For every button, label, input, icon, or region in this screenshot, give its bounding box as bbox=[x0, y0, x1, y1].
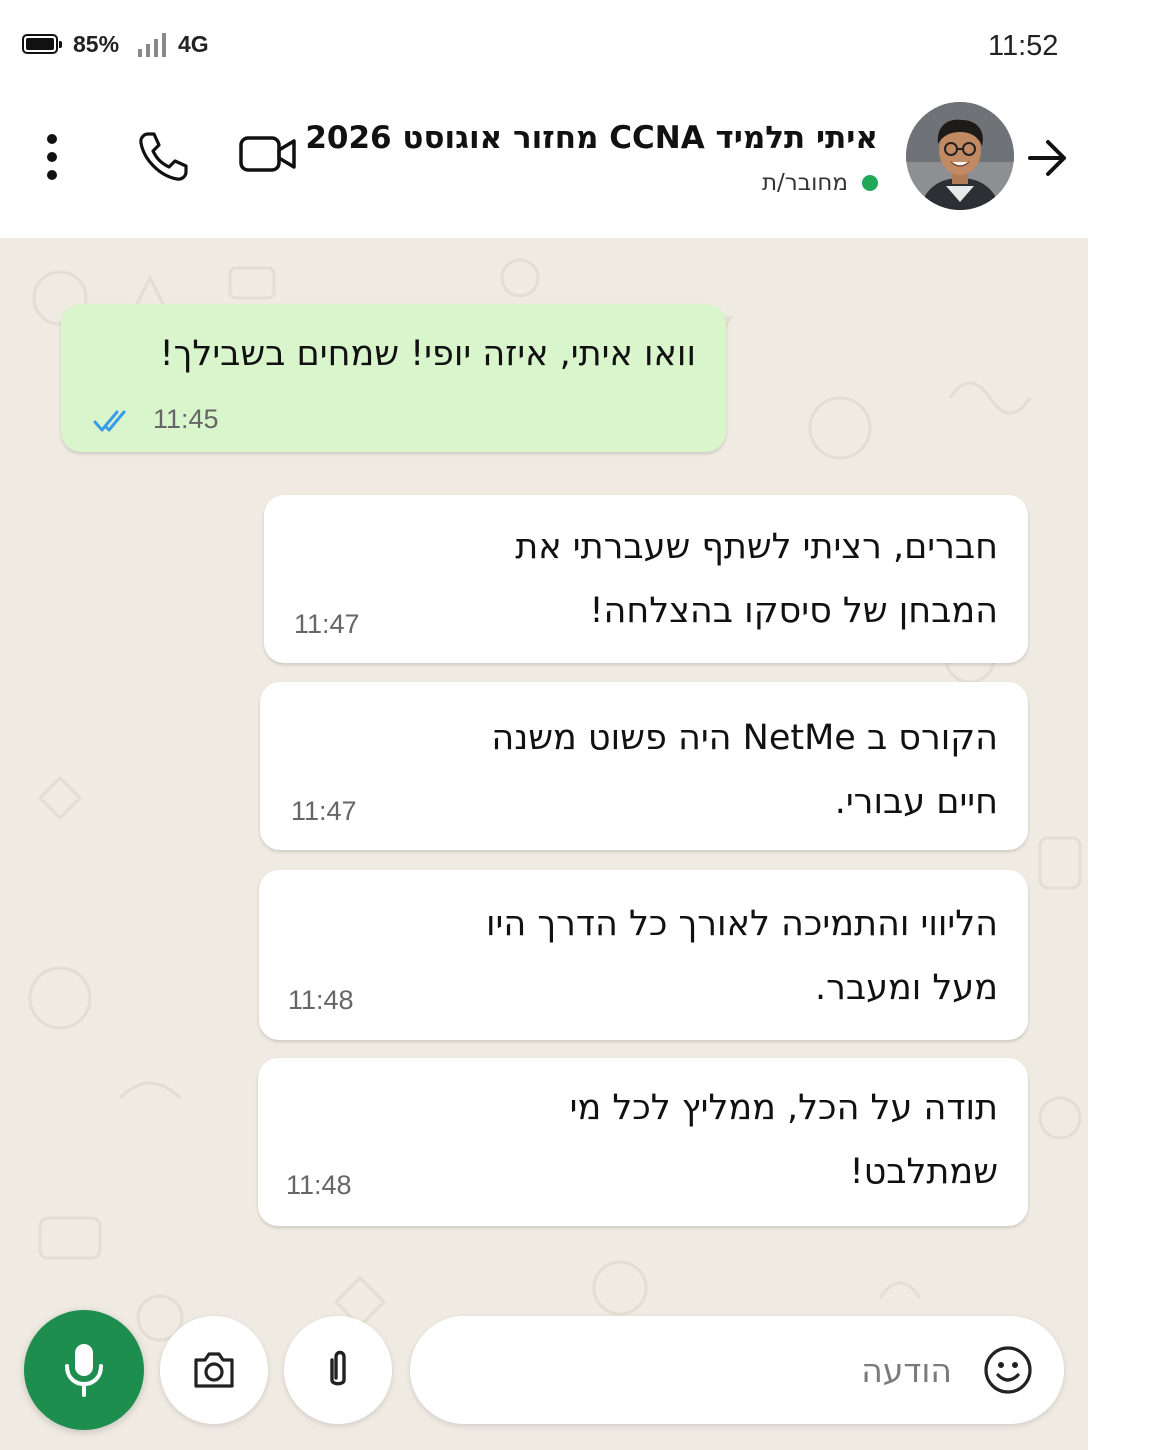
chat-area[interactable]: וואו איתי, איזה יופי! שמחים בשבילך! 11:4… bbox=[0, 238, 1088, 1450]
message-composer bbox=[410, 1316, 1064, 1424]
message-bubble-incoming[interactable]: הקורס ב NetMe היה פשוט משנה חיים עבורי. … bbox=[260, 682, 1028, 850]
video-call-icon[interactable] bbox=[238, 130, 298, 178]
message-time: 11:48 bbox=[286, 1170, 352, 1200]
message-bubble-incoming[interactable]: חברים, רציתי לשתף שעברתי את המבחן של סיס… bbox=[264, 495, 1028, 663]
status-bar: 85% 4G 11:52 bbox=[0, 0, 1088, 88]
online-dot-icon bbox=[862, 175, 878, 191]
message-text: תודה על הכל, ממליץ לכל מי שמתלבט! bbox=[570, 1076, 998, 1204]
message-text: הקורס ב NetMe היה פשוט משנה חיים עבורי. bbox=[491, 706, 998, 834]
camera-button[interactable] bbox=[160, 1316, 268, 1424]
message-text: הליווי והתמיכה לאורך כל הדרך היו מעל ומע… bbox=[486, 892, 998, 1020]
network-type: 4G bbox=[178, 31, 209, 57]
attach-button[interactable] bbox=[284, 1316, 392, 1424]
message-time: 11:47 bbox=[294, 609, 360, 639]
signal-icon bbox=[138, 33, 166, 57]
message-line: חיים עבורי. bbox=[834, 782, 998, 822]
message-time: 11:47 bbox=[291, 796, 357, 826]
message-text: חברים, רציתי לשתף שעברתי את המבחן של סיס… bbox=[515, 515, 998, 643]
back-arrow-icon[interactable] bbox=[1026, 138, 1070, 178]
message-line: הליווי והתמיכה לאורך כל הדרך היו bbox=[485, 904, 998, 944]
message-line: מעל ומעבר. bbox=[814, 968, 998, 1008]
message-line: המבחן של סיסקו בהצלחה! bbox=[589, 591, 998, 631]
message-bubble-incoming[interactable]: תודה על הכל, ממליץ לכל מי שמתלבט! 11:48 bbox=[258, 1058, 1028, 1226]
message-line: תודה על הכל, ממליץ לכל מי bbox=[569, 1088, 998, 1128]
message-time: 11:48 bbox=[288, 985, 354, 1015]
chat-header: איתי תלמיד CCNA מחזור אוגוסט 2026 מחובר/… bbox=[0, 88, 1088, 238]
presence-label: מחובר/ת bbox=[761, 170, 848, 196]
voice-call-icon[interactable] bbox=[136, 128, 192, 184]
attach-icon bbox=[330, 1350, 346, 1386]
status-clock: 11:52 bbox=[988, 30, 1059, 62]
battery-icon bbox=[22, 34, 62, 54]
presence-status: מחובר/ת bbox=[762, 170, 878, 196]
emoji-icon[interactable] bbox=[982, 1344, 1034, 1396]
read-receipt-icon bbox=[93, 410, 126, 432]
contact-name[interactable]: איתי תלמיד CCNA מחזור אוגוסט 2026 bbox=[305, 120, 878, 156]
microphone-icon bbox=[65, 1344, 103, 1397]
message-bubble-incoming[interactable]: הליווי והתמיכה לאורך כל הדרך היו מעל ומע… bbox=[259, 870, 1028, 1040]
avatar[interactable] bbox=[906, 102, 1014, 210]
battery-percent: 85% bbox=[73, 31, 120, 57]
message-line: שמתלבט! bbox=[849, 1152, 998, 1192]
message-input[interactable] bbox=[472, 1342, 952, 1398]
message-line: חברים, רציתי לשתף שעברתי את bbox=[515, 527, 998, 567]
message-line: הקורס ב NetMe היה פשוט משנה bbox=[491, 718, 998, 758]
camera-icon bbox=[194, 1352, 234, 1388]
message-bubble-outgoing[interactable]: וואו איתי, איזה יופי! שמחים בשבילך! 11:4… bbox=[61, 304, 726, 452]
microphone-button[interactable] bbox=[24, 1310, 144, 1430]
message-time: 11:45 bbox=[153, 404, 219, 434]
more-options-icon[interactable] bbox=[40, 132, 64, 182]
message-text: וואו איתי, איזה יופי! שמחים בשבילך! bbox=[159, 334, 696, 374]
